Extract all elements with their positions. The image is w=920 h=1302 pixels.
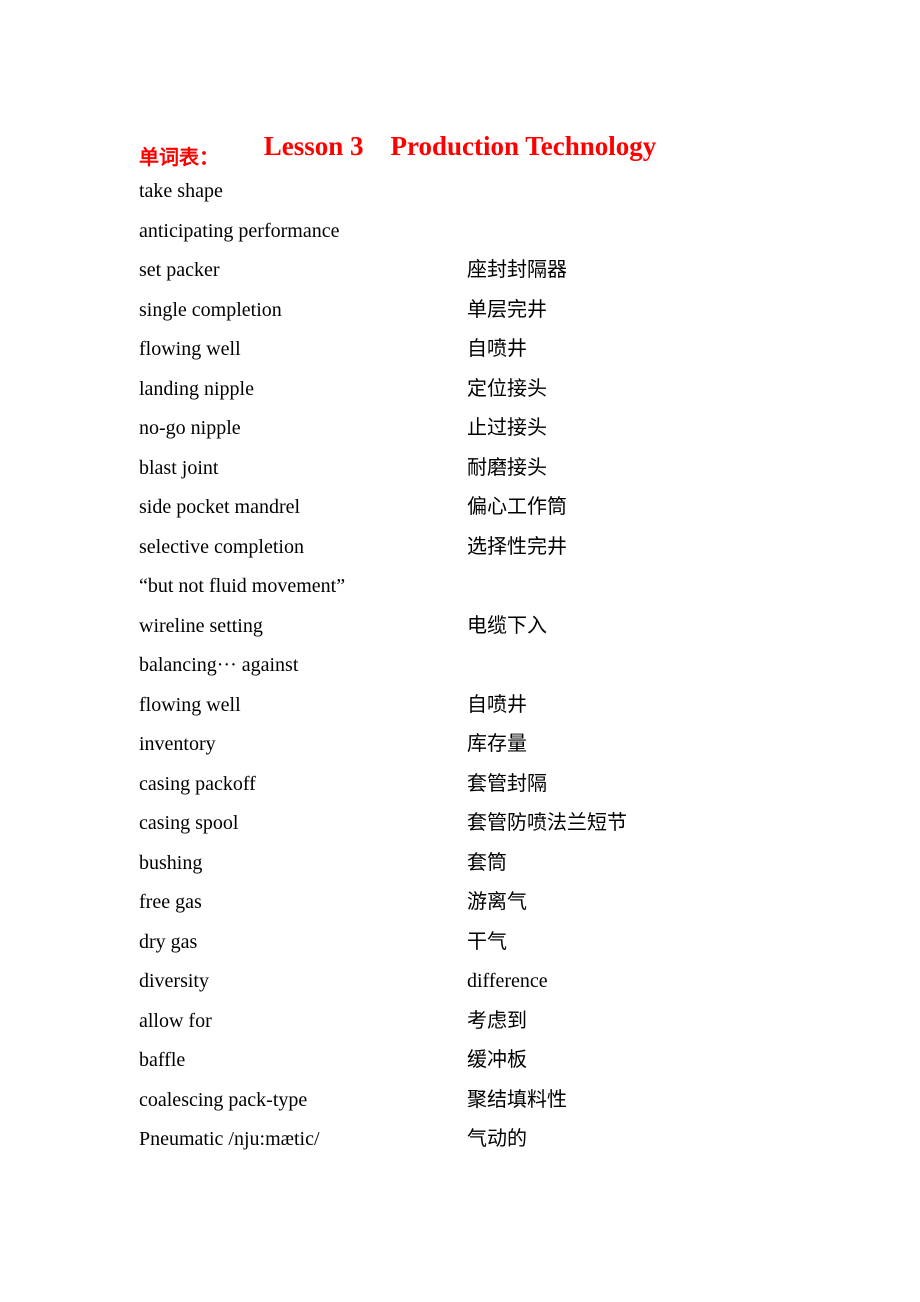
vocab-row: landing nipple 定位接头 xyxy=(139,370,779,410)
vocab-definition: 自喷井 xyxy=(467,693,527,716)
vocab-term: wireline setting xyxy=(139,614,263,637)
vocab-definition: 游离气 xyxy=(467,891,527,913)
vocab-row: inventory 库存量 xyxy=(139,725,779,765)
vocab-definition: 库存量 xyxy=(467,733,527,755)
vocab-row: baffle 缓冲板 xyxy=(139,1041,779,1081)
vocab-row: coalescing pack-type 聚结填料性 xyxy=(139,1081,779,1121)
vocab-row: balancing··· against xyxy=(139,646,779,686)
vocab-term: take shape xyxy=(139,180,223,202)
vocab-term: free gas xyxy=(139,891,202,913)
vocab-definition: 电缆下入 xyxy=(467,614,547,637)
vocab-term: landing nipple xyxy=(139,377,254,400)
vocab-term: selective completion xyxy=(139,535,304,558)
vocab-definition: 偏心工作筒 xyxy=(467,496,567,518)
vocab-term: allow for xyxy=(139,1009,212,1032)
page-title: Lesson 3 Production Technology xyxy=(263,131,657,162)
vocab-term: single completion xyxy=(139,298,282,321)
vocab-row: “but not fluid movement” xyxy=(139,567,779,607)
vocab-row: take shape xyxy=(139,172,779,212)
vocab-term: baffle xyxy=(139,1049,186,1071)
vocab-row: set packer 座封封隔器 xyxy=(139,251,779,291)
vocab-row: allow for 考虑到 xyxy=(139,1002,779,1042)
vocab-term: Pneumatic /nju:mætic/ xyxy=(139,1128,320,1150)
vocab-row: wireline setting 电缆下入 xyxy=(139,607,779,647)
vocab-row: side pocket mandrel 偏心工作筒 xyxy=(139,488,779,528)
vocab-term: bushing xyxy=(139,851,203,874)
vocab-term: inventory xyxy=(139,733,216,755)
vocab-row: casing packoff 套管封隔 xyxy=(139,765,779,805)
vocab-term: side pocket mandrel xyxy=(139,496,301,518)
vocab-term: diversity xyxy=(139,970,209,992)
vocab-row: diversity difference xyxy=(139,962,779,1002)
vocab-definition: 止过接头 xyxy=(467,417,547,439)
vocab-definition: 套管防喷法兰短节 xyxy=(467,812,627,834)
vocab-term: casing spool xyxy=(139,812,239,834)
vocab-definition: difference xyxy=(467,970,548,992)
vocab-row: flowing well 自喷井 xyxy=(139,686,779,726)
vocab-term: dry gas xyxy=(139,930,198,953)
vocab-term: no-go nipple xyxy=(139,417,241,439)
vocab-definition: 套管封隔 xyxy=(467,772,547,795)
vocab-definition: 耐磨接头 xyxy=(467,456,547,479)
vocab-definition: 干气 xyxy=(467,930,507,953)
vocab-term: “but not fluid movement” xyxy=(139,575,346,597)
vocab-definition: 套筒 xyxy=(467,851,507,874)
vocab-definition: 考虑到 xyxy=(467,1009,527,1032)
vocab-term: balancing··· against xyxy=(139,654,299,676)
vocab-row: dry gas 干气 xyxy=(139,923,779,963)
vocab-row: casing spool 套管防喷法兰短节 xyxy=(139,804,779,844)
vocab-definition: 选择性完井 xyxy=(467,535,567,558)
vocab-definition: 定位接头 xyxy=(467,377,547,400)
vocab-heading: 单词表： xyxy=(139,147,219,169)
vocab-row: Pneumatic /nju:mætic/气动的 xyxy=(139,1120,779,1160)
vocab-definition: 聚结填料性 xyxy=(467,1088,567,1111)
vocab-row: flowing well 自喷井 xyxy=(139,330,779,370)
vocab-row: selective completion 选择性完井 xyxy=(139,528,779,568)
vocab-row: free gas 游离气 xyxy=(139,883,779,923)
vocab-term: blast joint xyxy=(139,456,219,479)
vocab-row: anticipating performance xyxy=(139,212,779,252)
vocab-term: coalescing pack-type xyxy=(139,1088,308,1111)
vocab-term: set packer xyxy=(139,259,220,281)
vocab-row: no-go nipple 止过接头 xyxy=(139,409,779,449)
vocab-term: flowing well xyxy=(139,338,241,360)
vocab-list: take shape anticipating performance set … xyxy=(139,172,779,1160)
vocab-row: blast joint 耐磨接头 xyxy=(139,449,779,489)
vocab-definition: 单层完井 xyxy=(467,298,547,321)
vocab-definition: 缓冲板 xyxy=(467,1049,527,1071)
vocab-definition: 气动的 xyxy=(467,1128,527,1150)
vocab-definition: 座封封隔器 xyxy=(467,259,567,281)
vocab-row: bushing 套筒 xyxy=(139,844,779,884)
vocab-term: flowing well xyxy=(139,693,241,716)
vocab-row: single completion 单层完井 xyxy=(139,291,779,331)
vocab-term: casing packoff xyxy=(139,772,256,795)
vocab-definition: 自喷井 xyxy=(467,338,527,360)
vocab-term: anticipating performance xyxy=(139,219,340,242)
